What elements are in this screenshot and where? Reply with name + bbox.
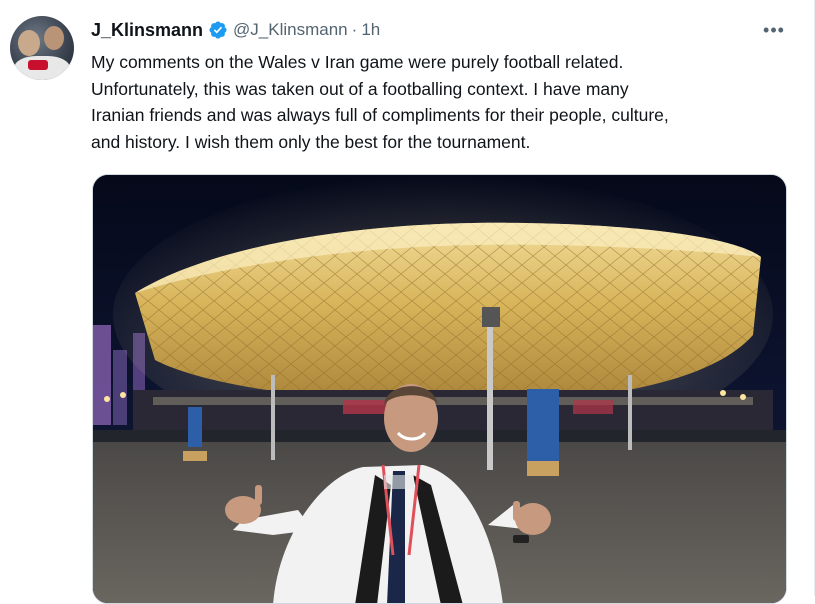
tweet-text: My comments on the Wales v Iran game wer… bbox=[91, 52, 669, 152]
display-name[interactable]: J_Klinsmann bbox=[91, 20, 203, 41]
tweet-card: J_Klinsmann @J_Klinsmann · 1h ••• My com… bbox=[0, 0, 815, 604]
avatar-scarf bbox=[28, 60, 48, 70]
tweet-header: J_Klinsmann @J_Klinsmann · 1h bbox=[91, 17, 380, 43]
avatar-face-right bbox=[44, 26, 64, 50]
more-options-icon[interactable]: ••• bbox=[759, 18, 789, 42]
tweet-timestamp[interactable]: 1h bbox=[361, 20, 380, 40]
separator-dot: · bbox=[351, 20, 358, 39]
verified-badge-icon bbox=[209, 21, 227, 39]
stadium-photo bbox=[93, 175, 786, 603]
avatar-face-left bbox=[18, 30, 40, 56]
avatar[interactable] bbox=[10, 16, 74, 80]
user-handle[interactable]: @J_Klinsmann bbox=[233, 20, 348, 40]
tweet-photo[interactable] bbox=[92, 174, 787, 604]
